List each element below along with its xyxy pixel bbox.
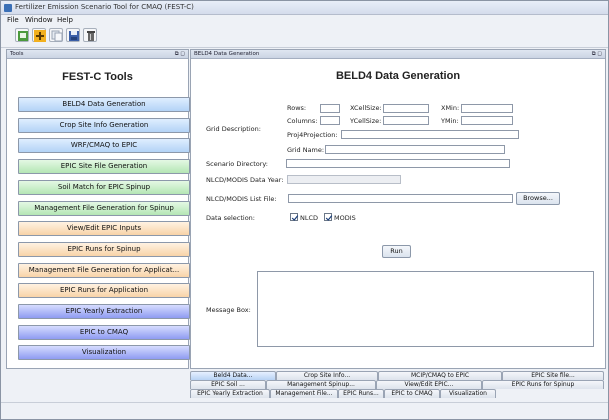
main-panel: BELD4 Data Generation ⧉ ◻ BELD4 Data Gen… [190,49,606,369]
checkmark-icon [325,215,333,221]
main-panel-header-title: BELD4 Data Generation [194,51,260,57]
tool-button-epic-site-file-generation[interactable]: EPIC Site File Generation [18,159,190,175]
xmin-input[interactable] [461,104,513,113]
tab-beld4-data[interactable]: Beld4 Data... [190,371,276,380]
nlcd-data-year-label: NLCD/MODIS Data Year: [206,176,284,184]
copy-button[interactable] [49,28,63,42]
tab-epic-runs-spinup[interactable]: EPIC Runs for Spinup [482,380,604,389]
toolbar [1,26,608,48]
xmin-label: XMin: [441,104,460,112]
tool-button-epic-yearly-extraction[interactable]: EPIC Yearly Extraction [18,304,190,319]
app-icon [4,4,12,12]
tab-epic-yearly-extraction[interactable]: EPIC Yearly Extraction [190,389,270,398]
xcellsize-input[interactable] [383,104,429,113]
list-file-label: NLCD/MODIS List File: [206,195,277,203]
menu-bar: File Window Help [1,15,608,26]
tool-button-epic-runs-for-spinup[interactable]: EPIC Runs for Spinup [18,241,190,257]
tab-epic-runs[interactable]: EPIC Runs... [338,389,384,398]
tab-epic-to-cmaq[interactable]: EPIC to CMAQ [384,389,440,398]
nlcd-data-year-input[interactable] [287,175,401,184]
tab-management-file[interactable]: Management File... [270,389,338,398]
menu-help[interactable]: Help [57,16,73,24]
run-button[interactable]: Run [382,245,411,258]
ymin-label: YMin: [441,117,459,125]
scenario-directory-input[interactable] [286,159,510,168]
save-button[interactable] [66,28,80,42]
new-button[interactable] [15,28,29,42]
tab-row-3: EPIC Yearly Extraction Management File..… [190,389,606,398]
tools-panel: Tools ⧉ ◻ FEST-C Tools BELD4 Data Genera… [6,49,190,369]
delete-icon [87,31,95,41]
tab-visualization[interactable]: Visualization [440,389,496,398]
menu-file[interactable]: File [7,16,19,24]
main-title: BELD4 Data Generation [335,70,461,82]
tool-button-wrf-cmaq-to-epic[interactable]: WRF/CMAQ to EPIC [18,138,190,154]
nlcd-label: NLCD [300,214,319,222]
tool-button-visualization[interactable]: Visualization [18,345,190,361]
ycellsize-input[interactable] [383,116,429,125]
tool-button-epic-runs-for-application[interactable]: EPIC Runs for Application [18,283,190,299]
list-file-input[interactable] [288,194,513,203]
main-panel-header: BELD4 Data Generation ⧉ ◻ [191,50,605,59]
message-box-label: Message Box: [206,306,251,314]
tool-button-soil-match-for-epic-spinup[interactable]: Soil Match for EPIC Spinup [18,179,190,195]
rows-input[interactable] [320,104,340,113]
tool-button-beld4-data-generation[interactable]: BELD4 Data Generation [18,97,190,112]
tab-view-edit-epic[interactable]: View/Edit EPIC... [376,380,482,389]
rows-label: Rows: [287,104,307,112]
tools-panel-header-title: Tools [10,51,24,57]
xcellsize-label: XCellSize: [350,104,382,112]
columns-input[interactable] [320,116,340,125]
tool-button-view-edit-epic-inputs[interactable]: View/Edit EPIC Inputs [18,221,190,237]
tab-management-spinup[interactable]: Management Spinup... [266,380,376,389]
columns-label: Columns: [287,117,318,125]
message-box[interactable] [257,271,594,347]
tab-row-1: Beld4 Data... Crop Site Info... MCIP/CMA… [190,371,606,380]
tool-button-epic-to-cmaq[interactable]: EPIC to CMAQ [18,324,190,340]
browse-button[interactable]: Browse... [516,192,560,205]
ymin-input[interactable] [461,116,513,125]
tab-row-2: EPIC Soil ... Management Spinup... View/… [190,380,606,389]
nlcd-checkbox[interactable] [290,213,299,221]
app-window: Fertilizer Emission Scenario Tool for CM… [0,0,609,420]
panel-controls-icon[interactable]: ⧉ ◻ [175,51,185,58]
grid-description-label: Grid Description: [206,125,261,133]
new-icon [18,31,28,41]
data-selection-label: Data selection: [206,214,255,222]
save-icon [69,31,79,41]
add-icon [34,30,46,42]
tool-button-management-file-generation-for-applicat[interactable]: Management File Generation for Applicat.… [18,262,190,278]
tab-mcip-cmaq-to-epic[interactable]: MCIP/CMAQ to EPIC [378,371,502,380]
checkmark-icon [291,215,299,221]
grid-name-input[interactable] [325,145,505,154]
title-bar: Fertilizer Emission Scenario Tool for CM… [1,1,608,15]
scenario-directory-label: Scenario Directory: [206,160,268,168]
panel-controls-icon[interactable]: ⧉ ◻ [592,51,602,58]
tab-crop-site-info[interactable]: Crop Site Info... [276,371,378,380]
modis-checkbox[interactable] [324,213,333,221]
grid-name-label: Grid Name: [287,146,325,154]
modis-label: MODIS [334,214,356,222]
tool-button-crop-site-info-generation[interactable]: Crop Site Info Generation [18,117,190,133]
tools-panel-header: Tools ⧉ ◻ [7,50,188,59]
copy-icon [51,30,63,42]
menu-window[interactable]: Window [25,16,53,24]
tool-button-management-file-generation-for-spinup[interactable]: Management File Generation for Spinup [18,200,190,216]
status-bar [1,402,608,419]
tab-epic-soil[interactable]: EPIC Soil ... [190,380,266,389]
delete-button[interactable] [83,28,97,42]
proj4-input[interactable] [341,130,519,139]
proj4-label: Proj4Projection: [287,131,338,139]
ycellsize-label: YCellSize: [350,117,382,125]
tab-epic-site-file[interactable]: EPIC Site file... [502,371,604,380]
window-title: Fertilizer Emission Scenario Tool for CM… [15,3,194,11]
tools-title: FEST-C Tools [62,71,133,83]
add-button[interactable] [32,28,46,42]
